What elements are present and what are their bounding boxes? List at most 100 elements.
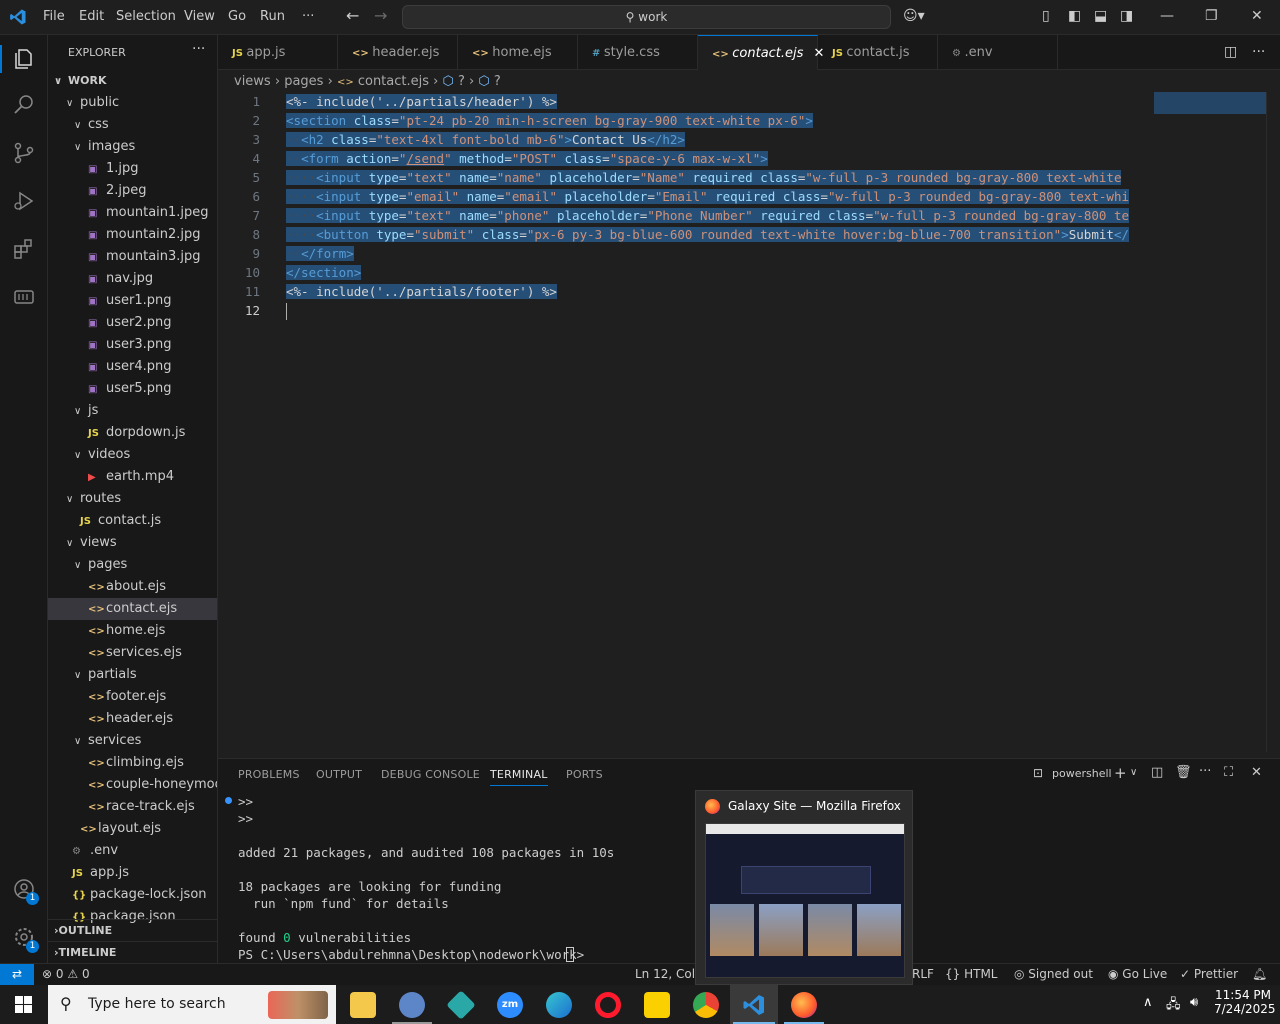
- code-editor[interactable]: 1 2 3 4 5 6 7 8 9 10 11 12 <%- include('../partials…: [218, 92, 1280, 752]
- vertical-scrollbar[interactable]: [1266, 92, 1280, 752]
- taskbar-search-box[interactable]: ⚲ Type here to search: [48, 985, 336, 1024]
- forward-arrow-icon[interactable]: →: [374, 6, 387, 25]
- taskbar-active-app[interactable]: [730, 985, 778, 1024]
- go-live[interactable]: ◉ Go Live: [1108, 967, 1167, 981]
- toggle-secondary-sidebar-icon[interactable]: ◨: [1120, 8, 1133, 24]
- clock[interactable]: 11:54 PM 7/24/2025: [1214, 988, 1276, 1016]
- tree-folder[interactable]: ∨ images: [48, 136, 217, 158]
- more-panel-actions-icon[interactable]: ···: [1199, 764, 1211, 779]
- tree-folder[interactable]: ∨ public: [48, 92, 217, 114]
- sticky-notes-icon[interactable]: [644, 992, 670, 1018]
- menu-view[interactable]: View: [184, 9, 215, 24]
- tree-file[interactable]: ▣ user4.png: [48, 356, 217, 378]
- minimap[interactable]: [1154, 92, 1266, 114]
- back-arrow-icon[interactable]: ←: [346, 6, 359, 25]
- tree-file[interactable]: <>services.ejs: [48, 642, 217, 664]
- volume-icon[interactable]: 🔊︎: [1190, 995, 1198, 1010]
- tree-file[interactable]: <>header.ejs: [48, 708, 217, 730]
- tree-file[interactable]: <>contact.ejs: [48, 598, 217, 620]
- breadcrumb-file[interactable]: contact.ejs: [358, 74, 429, 89]
- split-terminal-icon[interactable]: ◫: [1151, 765, 1163, 780]
- tree-file[interactable]: ▣ 1.jpg: [48, 158, 217, 180]
- account-status[interactable]: ◎ Signed out: [1014, 967, 1093, 981]
- more-tab-actions-icon[interactable]: ···: [1252, 44, 1265, 60]
- tree-file[interactable]: ▣ user1.png: [48, 290, 217, 312]
- command-center-search[interactable]: ⚲ work: [402, 5, 891, 29]
- split-editor-icon[interactable]: ◫: [1224, 44, 1237, 60]
- panel-tab-ports[interactable]: PORTS: [566, 768, 603, 781]
- network-icon[interactable]: 🖧︎: [1166, 995, 1181, 1017]
- breadcrumb-symbol-2[interactable]: ?: [494, 74, 501, 89]
- tree-file[interactable]: ▣ mountain1.jpeg: [48, 202, 217, 224]
- tree-folder[interactable]: ∨ css: [48, 114, 217, 136]
- tree-folder[interactable]: ∨ services: [48, 730, 217, 752]
- breadcrumb-pages[interactable]: pages: [284, 74, 323, 89]
- menu-go[interactable]: Go: [228, 9, 246, 24]
- trash-icon[interactable]: 🗑: [1175, 765, 1192, 780]
- tree-file[interactable]: <>home.ejs: [48, 620, 217, 642]
- tree-folder[interactable]: ∨ views: [48, 532, 217, 554]
- remote-explorer-icon[interactable]: [12, 285, 36, 309]
- notifications-bell-icon[interactable]: 🔔︎: [1252, 967, 1267, 981]
- timeline-section[interactable]: ›TIMELINE: [48, 941, 217, 963]
- panel-tab-output[interactable]: OUTPUT: [316, 768, 362, 781]
- menu-file[interactable]: File: [43, 9, 65, 24]
- editor-tab[interactable]: ⚙ .env: [938, 35, 1058, 70]
- app-icon-2[interactable]: [446, 990, 476, 1020]
- panel-tab-debug-console[interactable]: DEBUG CONSOLE: [381, 768, 480, 781]
- copilot-icon[interactable]: ☺▾: [903, 8, 925, 24]
- prettier-status[interactable]: ✓ Prettier: [1180, 967, 1238, 981]
- editor-tab[interactable]: JS app.js: [218, 35, 338, 70]
- outline-section[interactable]: ›OUTLINE: [48, 919, 217, 941]
- more-actions-icon[interactable]: ···: [192, 41, 205, 57]
- extensions-icon[interactable]: [12, 237, 36, 261]
- toggle-primary-sidebar-icon[interactable]: ◧: [1068, 8, 1081, 24]
- editor-tab[interactable]: JS contact.js: [818, 35, 938, 70]
- chrome-icon[interactable]: [693, 992, 719, 1018]
- menu-run[interactable]: Run: [260, 9, 285, 24]
- tree-file[interactable]: ▣ nav.jpg: [48, 268, 217, 290]
- menu-selection[interactable]: Selection: [116, 9, 176, 24]
- tree-file[interactable]: <>couple-honeymoo...: [48, 774, 217, 796]
- problems-status[interactable]: ⊗ 0 ⚠ 0: [42, 967, 90, 981]
- language-mode[interactable]: {} HTML: [945, 967, 998, 981]
- toggle-sidebar-icon[interactable]: ▯: [1042, 8, 1050, 24]
- close-panel-icon[interactable]: ✕: [1251, 765, 1262, 780]
- terminal-shell-label[interactable]: powershell: [1052, 767, 1112, 780]
- tree-file[interactable]: ▣ mountain3.jpg: [48, 246, 217, 268]
- menu-more[interactable]: ···: [302, 9, 314, 24]
- app-icon-1[interactable]: [399, 992, 425, 1018]
- editor-tab[interactable]: <> contact.ejs ✕: [698, 35, 824, 70]
- tree-folder[interactable]: ∨ pages: [48, 554, 217, 576]
- tree-file[interactable]: JS app.js: [48, 862, 217, 884]
- tree-file[interactable]: JS contact.js: [48, 510, 217, 532]
- file-explorer-icon[interactable]: [350, 992, 376, 1018]
- panel-tab-problems[interactable]: PROBLEMS: [238, 768, 300, 781]
- breadcrumb-symbol-1[interactable]: ?: [458, 74, 465, 89]
- chevron-up-icon[interactable]: ∧: [1143, 995, 1153, 1010]
- tree-file[interactable]: ⚙ .env: [48, 840, 217, 862]
- edge-icon[interactable]: [546, 992, 572, 1018]
- tree-folder[interactable]: ∨ videos: [48, 444, 217, 466]
- tree-file[interactable]: <>climbing.ejs: [48, 752, 217, 774]
- tree-file[interactable]: <>layout.ejs: [48, 818, 217, 840]
- breadcrumb-views[interactable]: views: [234, 74, 271, 89]
- firefox-taskbar-icon[interactable]: [791, 992, 817, 1018]
- tree-file[interactable]: <>about.ejs: [48, 576, 217, 598]
- new-terminal-icon[interactable]: +: [1114, 764, 1127, 782]
- firefox-taskbar-preview[interactable]: Galaxy Site — Mozilla Firefox: [695, 790, 913, 985]
- tree-folder[interactable]: ∨ routes: [48, 488, 217, 510]
- tree-file[interactable]: <>race-track.ejs: [48, 796, 217, 818]
- menu-edit[interactable]: Edit: [79, 9, 104, 24]
- tree-file[interactable]: ▣ user5.png: [48, 378, 217, 400]
- tree-file[interactable]: ▣ mountain2.jpg: [48, 224, 217, 246]
- toggle-panel-icon[interactable]: ⬓: [1094, 8, 1107, 24]
- panel-tab-terminal[interactable]: TERMINAL: [490, 768, 548, 786]
- explorer-icon[interactable]: [12, 47, 36, 71]
- remote-indicator-icon[interactable]: ⇄: [0, 964, 34, 985]
- chevron-down-icon[interactable]: ∨: [1130, 767, 1137, 778]
- restore-icon[interactable]: ❐: [1205, 8, 1218, 24]
- search-view-icon[interactable]: [12, 93, 36, 117]
- end-of-line[interactable]: RLF: [912, 967, 934, 981]
- workspace-root[interactable]: ∨ WORK: [48, 70, 217, 92]
